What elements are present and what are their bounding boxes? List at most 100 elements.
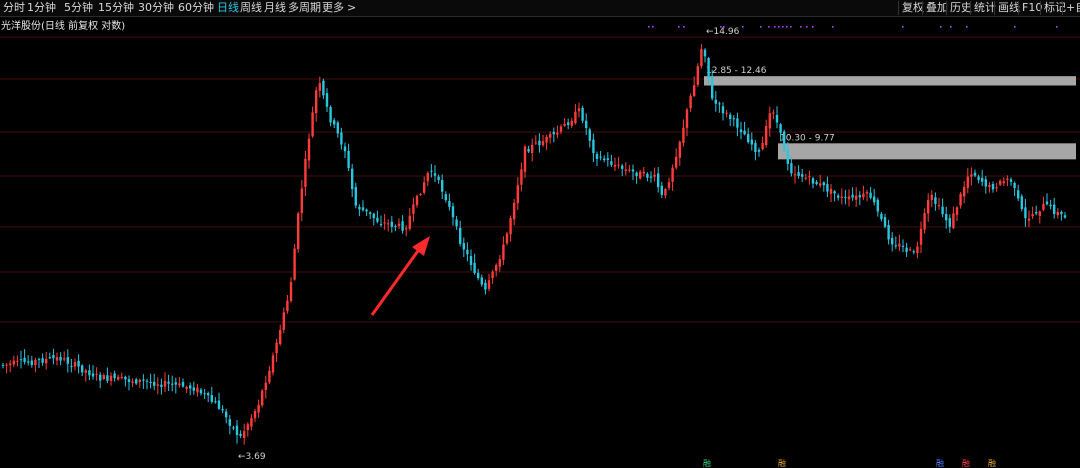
tab-more[interactable]: 更多	[322, 1, 344, 15]
candle	[912, 249, 915, 255]
candle-body	[570, 120, 573, 126]
candle	[538, 133, 541, 153]
candle-body	[253, 410, 257, 419]
candle	[955, 206, 959, 221]
candle	[966, 168, 969, 194]
bottom-marker: 融	[778, 458, 786, 468]
candle	[289, 277, 293, 303]
candle	[207, 391, 210, 403]
candle-body	[516, 185, 519, 204]
draw-line-button[interactable]: 画线	[994, 1, 1020, 15]
candle-body	[977, 176, 980, 180]
candle-body	[894, 245, 897, 247]
candle-body	[124, 376, 127, 380]
candle-body	[462, 243, 465, 250]
tab-daily[interactable]: 日线	[217, 1, 239, 15]
candle-body	[682, 127, 685, 143]
candle	[714, 91, 717, 112]
candle-body	[743, 130, 746, 135]
candle	[750, 132, 753, 151]
candle-body	[365, 209, 368, 212]
candle-body	[5, 364, 8, 366]
candle	[243, 423, 246, 445]
candle	[862, 185, 865, 201]
tab-weekly[interactable]: 周线	[240, 1, 262, 15]
candle-body	[275, 342, 278, 354]
tab-1min[interactable]: 1分钟	[27, 1, 56, 15]
candle-body	[433, 173, 437, 176]
candle-body	[167, 381, 170, 384]
candle-body	[559, 126, 563, 132]
candle-body	[523, 146, 527, 172]
candle	[113, 370, 116, 382]
candle-body	[927, 200, 930, 214]
candle	[736, 112, 739, 137]
arrow-shaft	[370, 247, 422, 316]
candle-body	[588, 129, 591, 141]
candle	[689, 93, 692, 112]
candle-body	[747, 134, 750, 143]
tab-30min[interactable]: 30分钟	[138, 1, 174, 15]
chevron-right-icon[interactable]: >	[347, 1, 356, 15]
history-button[interactable]: 历史	[946, 1, 972, 15]
candle-body	[595, 154, 599, 160]
candle	[1020, 194, 1023, 212]
candle-body	[757, 149, 761, 152]
candle	[891, 232, 894, 252]
overlay-button[interactable]: 叠加	[922, 1, 948, 15]
candle-body	[1006, 178, 1009, 180]
candle	[387, 219, 390, 232]
candle-body	[891, 237, 894, 245]
tab-monthly[interactable]: 月线	[264, 1, 286, 15]
candle	[840, 188, 843, 205]
candle	[293, 243, 296, 281]
candle-body	[329, 106, 332, 123]
candle-body	[1027, 218, 1031, 221]
candle	[286, 294, 289, 314]
candle-body	[754, 142, 757, 153]
adjust-button[interactable]: 复权	[898, 1, 924, 15]
price-zone	[778, 143, 1076, 160]
candle	[160, 378, 163, 395]
tab-multi-period[interactable]: 多周期	[288, 1, 321, 15]
candle	[923, 208, 926, 234]
add-watchlist-button[interactable]: +自选	[1062, 1, 1080, 15]
f10-button[interactable]: F10	[1018, 1, 1042, 15]
candle-body	[293, 248, 296, 280]
candle-body	[718, 103, 721, 105]
candle-body	[930, 194, 933, 200]
tab-intraday[interactable]: 分时	[3, 1, 25, 15]
candle-body	[786, 149, 789, 164]
candle	[19, 350, 23, 369]
candle	[145, 378, 149, 390]
candle	[927, 193, 930, 222]
candle	[185, 385, 188, 394]
event-dot	[683, 26, 685, 28]
candle-body	[819, 183, 822, 186]
candle-body	[531, 144, 534, 154]
tab-5min[interactable]: 5分钟	[64, 1, 93, 15]
tab-60min[interactable]: 60分钟	[178, 1, 214, 15]
candle	[963, 181, 966, 204]
candle-body	[412, 204, 415, 214]
candle	[1045, 193, 1049, 206]
stats-button[interactable]: 统计	[970, 1, 996, 15]
candle	[592, 133, 595, 162]
candle-body	[142, 379, 145, 381]
candle-body	[174, 382, 177, 385]
candle	[163, 372, 167, 393]
candle	[423, 176, 426, 195]
candle-body	[840, 196, 843, 198]
price-labels: ←14.96 ←3.69	[238, 26, 1058, 462]
candle	[513, 198, 516, 226]
candle	[829, 183, 833, 203]
candle-body	[495, 265, 498, 271]
candle	[109, 372, 113, 386]
candle	[617, 156, 620, 169]
candle	[455, 215, 458, 230]
candle-body	[181, 381, 185, 387]
candle-body	[268, 370, 271, 383]
candle	[675, 148, 678, 170]
candle	[988, 181, 991, 193]
tab-15min[interactable]: 15分钟	[98, 1, 134, 15]
